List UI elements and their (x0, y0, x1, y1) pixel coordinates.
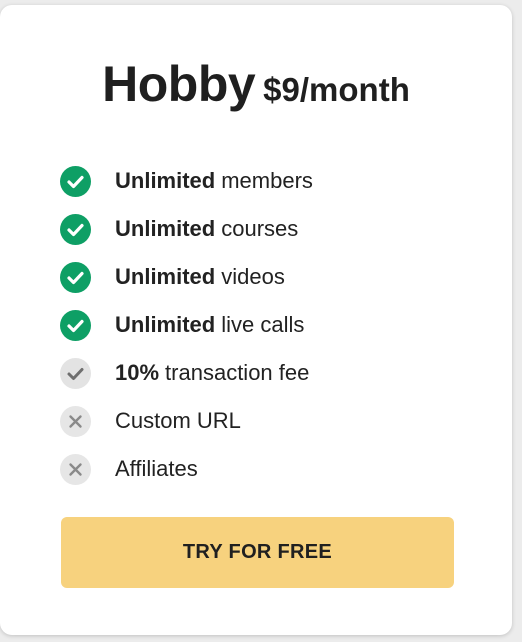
feature-highlight: Unlimited (115, 312, 216, 337)
feature-text: live calls (221, 312, 305, 337)
feature-item: Unlimited videos (60, 253, 313, 301)
feature-text: transaction fee (165, 360, 310, 385)
try-for-free-button[interactable]: TRY FOR FREE (61, 517, 454, 588)
feature-item: Unlimited members (60, 157, 313, 205)
gray-check-circle-icon (60, 357, 91, 389)
feature-item: 10% transaction fee (60, 349, 313, 397)
feature-text: members (221, 168, 313, 193)
check-circle-icon (60, 309, 91, 341)
feature-item: Unlimited live calls (60, 301, 313, 349)
feature-highlight: Unlimited (115, 264, 216, 289)
check-circle-icon (60, 213, 91, 245)
plan-header: Hobby $9/month (0, 55, 512, 113)
feature-text: Custom URL (115, 408, 241, 433)
feature-text: videos (221, 264, 285, 289)
plan-name: Hobby (102, 56, 256, 112)
feature-item: Custom URL (60, 397, 313, 445)
feature-list: Unlimited members Unlimited courses Unli… (60, 157, 313, 493)
check-circle-icon (60, 165, 91, 197)
feature-highlight: Unlimited (115, 168, 216, 193)
feature-highlight: 10% (115, 360, 160, 385)
feature-item: Unlimited courses (60, 205, 313, 253)
x-circle-icon (60, 405, 91, 437)
plan-price: $9/month (263, 71, 410, 108)
feature-text: courses (221, 216, 299, 241)
check-circle-icon (60, 261, 91, 293)
feature-highlight: Unlimited (115, 216, 216, 241)
x-circle-icon (60, 453, 91, 485)
feature-text: Affiliates (115, 456, 198, 481)
feature-item: Affiliates (60, 445, 313, 493)
pricing-card: Hobby $9/month Unlimited members Unlimite… (0, 5, 512, 635)
